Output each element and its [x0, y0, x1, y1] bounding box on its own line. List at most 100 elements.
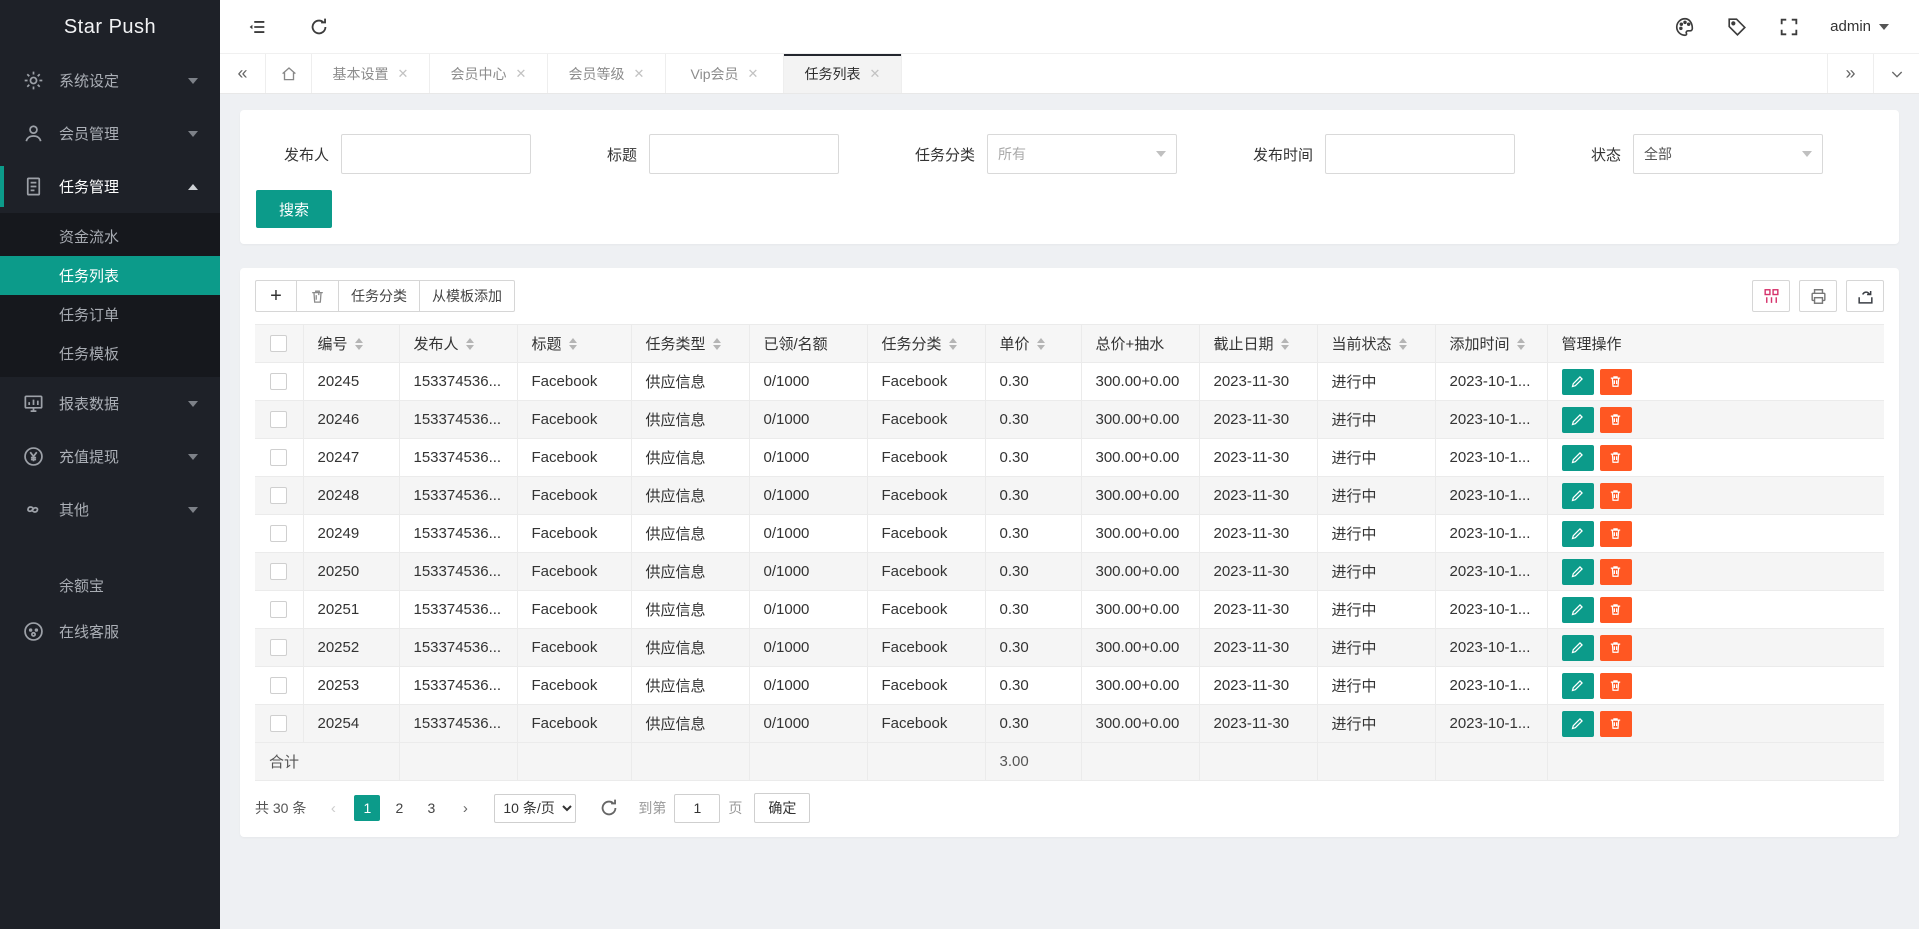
task-category-button[interactable]: 任务分类: [339, 280, 420, 312]
page-number-2[interactable]: 2: [386, 795, 412, 821]
column-header-任务分类[interactable]: 任务分类: [867, 324, 986, 363]
delete-button[interactable]: [1599, 520, 1632, 547]
sidebar-item-报表数据[interactable]: 报表数据: [0, 377, 220, 430]
delete-selected-button[interactable]: [297, 280, 339, 312]
tabs-dropdown-button[interactable]: [1873, 54, 1919, 93]
sort-icon[interactable]: [354, 337, 363, 350]
column-header-发布人[interactable]: 发布人: [399, 324, 518, 363]
column-header-任务类型[interactable]: 任务类型: [631, 324, 750, 363]
sort-icon[interactable]: [1516, 337, 1525, 350]
row-checkbox[interactable]: [270, 487, 288, 505]
delete-button[interactable]: [1599, 368, 1632, 395]
sidebar-item-余额宝[interactable]: 余额宝: [0, 566, 220, 605]
page-number-1[interactable]: 1: [354, 795, 381, 821]
sidebar-item-充值提现[interactable]: 充值提现: [0, 430, 220, 483]
sidebar-item-在线客服[interactable]: 在线客服: [0, 605, 220, 658]
row-checkbox[interactable]: [270, 677, 288, 695]
tab-基本设置[interactable]: 基本设置 ✕: [312, 54, 430, 93]
row-checkbox[interactable]: [270, 525, 288, 543]
theme-palette-icon[interactable]: [1674, 16, 1696, 38]
row-checkbox[interactable]: [270, 449, 288, 467]
sort-icon[interactable]: [712, 337, 721, 350]
row-checkbox[interactable]: [270, 715, 288, 733]
sort-icon[interactable]: [1280, 337, 1289, 350]
tag-icon[interactable]: [1726, 16, 1748, 38]
edit-button[interactable]: [1561, 634, 1594, 661]
select-all-checkbox[interactable]: [270, 335, 288, 353]
tab-Vip会员[interactable]: Vip会员 ✕: [666, 54, 784, 93]
print-button[interactable]: [1799, 280, 1837, 312]
edit-button[interactable]: [1561, 710, 1594, 737]
delete-button[interactable]: [1599, 710, 1632, 737]
column-header-截止日期[interactable]: 截止日期: [1199, 324, 1318, 363]
row-checkbox[interactable]: [270, 373, 288, 391]
close-icon[interactable]: ✕: [516, 66, 527, 82]
edit-button[interactable]: [1561, 520, 1594, 547]
goto-page-input[interactable]: [674, 793, 721, 823]
sidebar-item-资金流水[interactable]: 资金流水: [0, 217, 220, 256]
row-checkbox[interactable]: [270, 411, 288, 429]
sort-icon[interactable]: [1036, 337, 1045, 350]
sort-icon[interactable]: [948, 337, 957, 350]
sidebar-item-会员管理[interactable]: 会员管理: [0, 107, 220, 160]
row-checkbox[interactable]: [270, 601, 288, 619]
page-size-select[interactable]: 10 条/页: [494, 793, 577, 823]
标题-input[interactable]: [649, 134, 839, 174]
next-page-button[interactable]: ›: [452, 795, 478, 821]
sort-icon[interactable]: [568, 337, 577, 350]
close-icon[interactable]: ✕: [634, 66, 645, 82]
add-task-button[interactable]: +: [255, 280, 297, 312]
column-header-当前状态[interactable]: 当前状态: [1317, 324, 1436, 363]
sort-icon[interactable]: [1398, 337, 1407, 350]
tabs-scroll-right-button[interactable]: »: [1827, 54, 1873, 93]
edit-button[interactable]: [1561, 406, 1594, 433]
column-filter-button[interactable]: [1752, 280, 1790, 312]
状态-select[interactable]: 全部: [1632, 134, 1823, 174]
page-number-3[interactable]: 3: [418, 795, 444, 821]
tab-任务列表[interactable]: 任务列表 ✕: [784, 54, 902, 93]
发布人-input[interactable]: [341, 134, 532, 174]
user-menu[interactable]: admin: [1830, 18, 1889, 35]
fullscreen-icon[interactable]: [1778, 16, 1800, 38]
tab-会员等级[interactable]: 会员等级 ✕: [548, 54, 666, 93]
sidebar-item-任务列表[interactable]: 任务列表: [0, 256, 220, 295]
delete-button[interactable]: [1599, 634, 1632, 661]
column-header-添加时间[interactable]: 添加时间: [1435, 324, 1548, 363]
sidebar-item-任务管理[interactable]: 任务管理: [0, 160, 220, 213]
sidebar-item-其他[interactable]: 其他: [0, 483, 220, 536]
column-header-单价[interactable]: 单价: [985, 324, 1082, 363]
sidebar-item-任务模板[interactable]: 任务模板: [0, 334, 220, 373]
edit-button[interactable]: [1561, 672, 1594, 699]
sort-icon[interactable]: [465, 337, 474, 350]
delete-button[interactable]: [1599, 596, 1632, 623]
close-icon[interactable]: ✕: [398, 66, 409, 82]
close-icon[interactable]: ✕: [870, 66, 881, 82]
column-header-编号[interactable]: 编号: [303, 324, 400, 363]
edit-button[interactable]: [1561, 444, 1594, 471]
refresh-icon[interactable]: [308, 16, 330, 38]
add-from-template-button[interactable]: 从模板添加: [420, 280, 515, 312]
close-icon[interactable]: ✕: [748, 66, 759, 82]
edit-button[interactable]: [1561, 596, 1594, 623]
export-button[interactable]: [1846, 280, 1884, 312]
发布时间-input[interactable]: [1324, 134, 1515, 174]
任务分类-select[interactable]: 所有: [986, 134, 1177, 174]
edit-button[interactable]: [1561, 482, 1594, 509]
edit-button[interactable]: [1561, 368, 1594, 395]
sidebar-item-任务订单[interactable]: 任务订单: [0, 295, 220, 334]
delete-button[interactable]: [1599, 406, 1632, 433]
delete-button[interactable]: [1599, 672, 1632, 699]
collapse-sidebar-icon[interactable]: [246, 16, 268, 38]
pagination-refresh-icon[interactable]: [598, 797, 620, 819]
sidebar-item-系统设定[interactable]: 系统设定: [0, 54, 220, 107]
tab-会员中心[interactable]: 会员中心 ✕: [430, 54, 548, 93]
row-checkbox[interactable]: [270, 563, 288, 581]
home-tab[interactable]: [266, 54, 312, 93]
prev-page-button[interactable]: ‹: [320, 795, 346, 821]
tabs-scroll-left-button[interactable]: «: [220, 54, 266, 93]
delete-button[interactable]: [1599, 444, 1632, 471]
column-header-标题[interactable]: 标题: [517, 324, 632, 363]
goto-confirm-button[interactable]: 确定: [754, 793, 811, 823]
delete-button[interactable]: [1599, 558, 1632, 585]
row-checkbox[interactable]: [270, 639, 288, 657]
